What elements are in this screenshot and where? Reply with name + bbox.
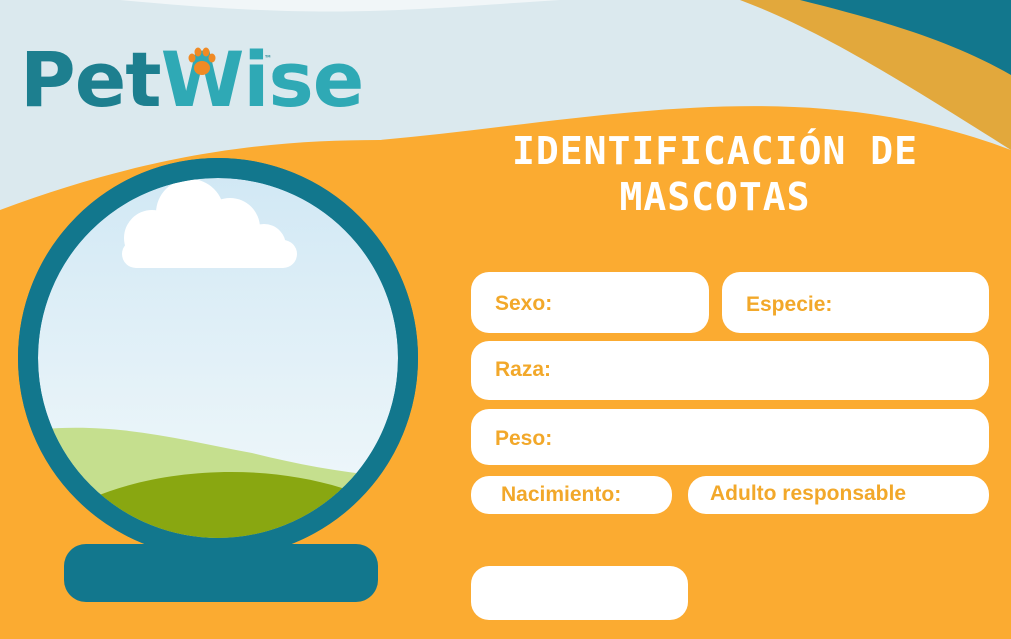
peso-field[interactable]: Peso: <box>471 409 989 465</box>
nacimiento-label: Nacimiento: <box>501 483 622 506</box>
photo-frame <box>18 158 418 548</box>
paw-icon <box>188 47 216 75</box>
nacimiento-field[interactable]: Nacimiento: <box>471 476 672 514</box>
peso-label: Peso: <box>495 427 553 450</box>
sexo-field[interactable]: Sexo: <box>471 272 709 333</box>
frame-stand <box>64 544 378 602</box>
raza-field[interactable]: Raza: <box>471 341 989 400</box>
especie-field[interactable]: Especie: <box>722 272 989 333</box>
card-title: IDENTIFICACIÓN DE MASCOTAS <box>470 128 960 220</box>
pet-id-card: PetWise ™ IDENTIFICACIÓN DE MASCOTAS Sex… <box>0 0 1011 639</box>
blank-field[interactable] <box>471 566 688 620</box>
title-line-2: MASCOTAS <box>619 175 811 219</box>
title-line-1: IDENTIFICACIÓN DE <box>512 129 918 173</box>
adulto-responsable-field[interactable]: Adulto responsable <box>688 476 989 514</box>
logo-pet: Pet <box>20 35 162 124</box>
sexo-label: Sexo: <box>495 292 553 315</box>
trademark: ™ <box>264 54 272 63</box>
especie-label: Especie: <box>746 293 833 316</box>
adulto-responsable-label: Adulto responsable <box>710 482 907 505</box>
raza-label: Raza: <box>495 358 552 381</box>
